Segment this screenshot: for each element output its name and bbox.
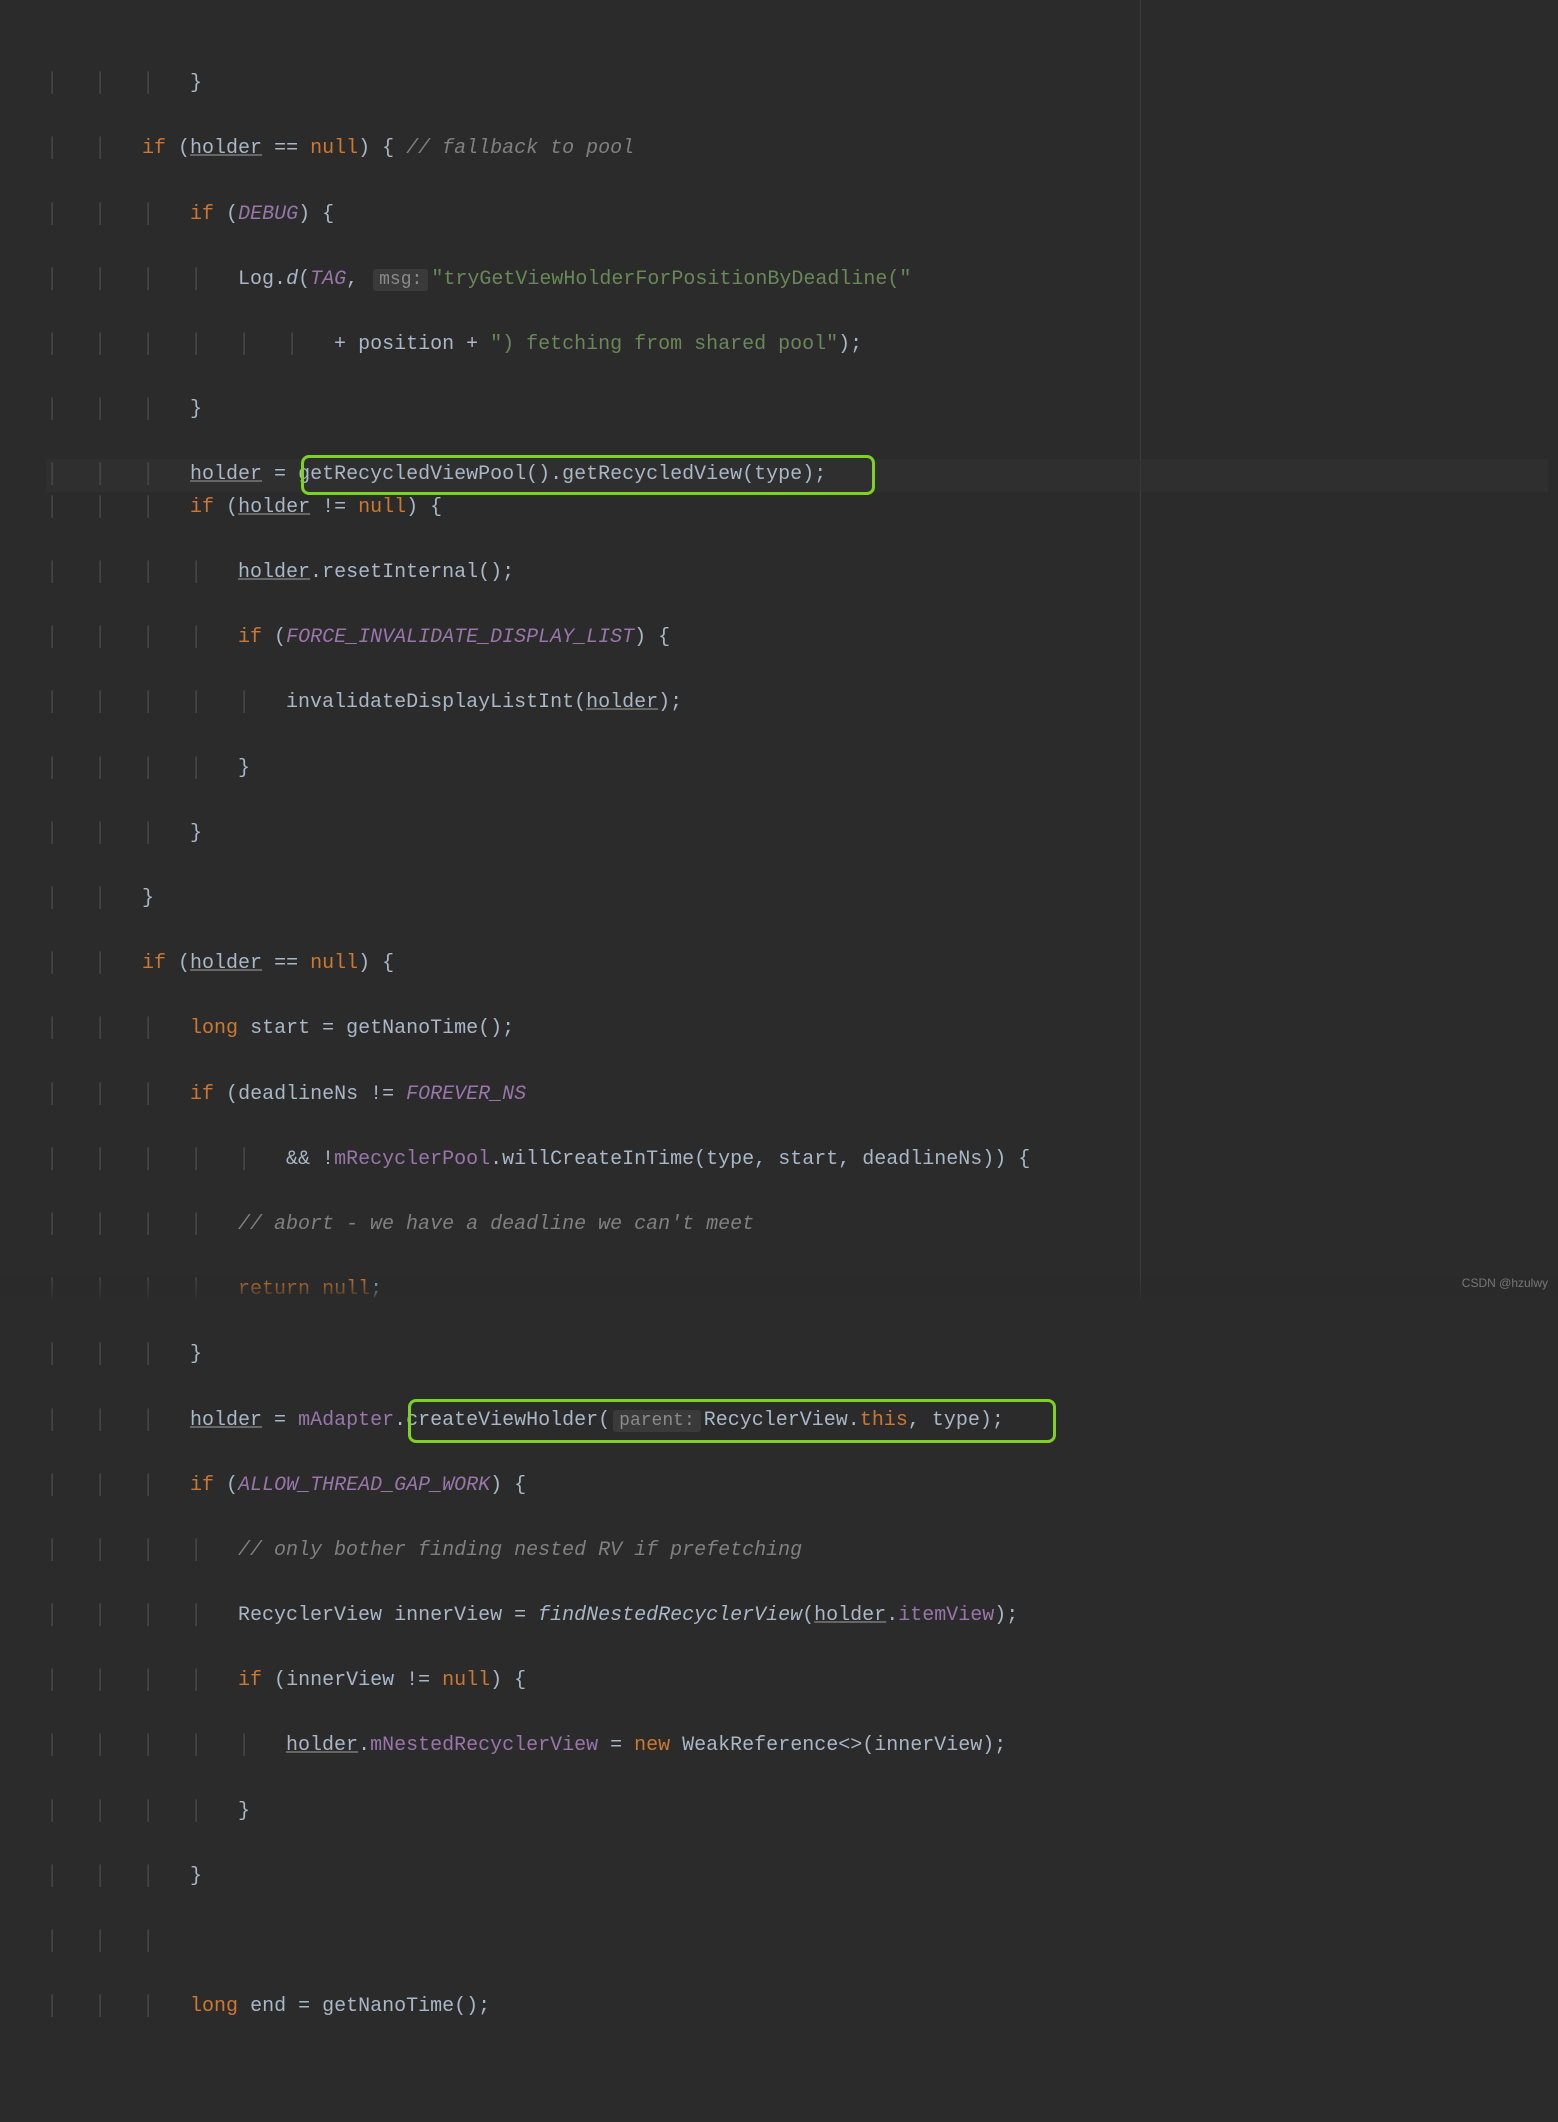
gutter <box>0 3 36 2122</box>
code-line: │ │ │ if (DEBUG) { <box>46 199 1548 232</box>
code-line: │ │ │ long end = getNanoTime(); <box>46 1991 1548 2024</box>
code-line: │ │ │ <box>46 1926 1548 1959</box>
code-line: │ │ │ long start = getNanoTime(); <box>46 1013 1548 1046</box>
code-line: │ │ │ │ │ │ + position + ") fetching fro… <box>46 329 1548 362</box>
code-line: │ │ if (holder == null) { <box>46 948 1548 981</box>
code-line: │ │ │ } <box>46 818 1548 851</box>
code-line: │ │ │ │ // only bother finding nested RV… <box>46 1535 1548 1568</box>
code-line: │ │ │ if (ALLOW_THREAD_GAP_WORK) { <box>46 1470 1548 1503</box>
watermark: CSDN @hzulwy <box>1462 1274 1548 1294</box>
code-line-highlighted: │ │ │ holder = getRecycledViewPool().get… <box>46 459 1548 492</box>
code-line: │ │ │ if (holder != null) { <box>46 492 1548 525</box>
code-line: │ │ } <box>46 883 1548 916</box>
code-line: │ │ │ │ } <box>46 753 1548 786</box>
code-line: │ │ │ holder = mAdapter.createViewHolder… <box>46 1405 1548 1438</box>
fade-overlay <box>0 1276 1558 1300</box>
param-hint: msg: <box>373 269 428 291</box>
param-hint: parent: <box>613 1410 701 1432</box>
code-line: │ │ │ │ │ && !mRecyclerPool.willCreateIn… <box>46 1144 1548 1177</box>
code-line: │ │ │ } <box>46 1861 1548 1894</box>
code-line: │ │ if (holder == null) { // fallback to… <box>46 133 1548 166</box>
code-line: │ │ │ │ if (FORCE_INVALIDATE_DISPLAY_LIS… <box>46 622 1548 655</box>
code-line: │ │ │ } <box>46 68 1548 101</box>
code-line: │ │ │ │ │ invalidateDisplayListInt(holde… <box>46 687 1548 720</box>
code-line: │ │ │ │ │ holder.mNestedRecyclerView = n… <box>46 1730 1548 1763</box>
code-line: │ │ │ │ } <box>46 1796 1548 1829</box>
code-line: │ │ │ } <box>46 1339 1548 1372</box>
code-line: │ │ │ │ // abort - we have a deadline we… <box>46 1209 1548 1242</box>
code-line: │ │ │ } <box>46 394 1548 427</box>
code-line: │ │ │ │ RecyclerView innerView = findNes… <box>46 1600 1548 1633</box>
code-line: │ │ │ │ if (innerView != null) { <box>46 1665 1548 1698</box>
code-line: │ │ │ │ holder.resetInternal(); <box>46 557 1548 590</box>
code-line: │ │ │ │ Log.d(TAG, msg:"tryGetViewHolder… <box>46 264 1548 297</box>
code-line: │ │ │ if (deadlineNs != FOREVER_NS <box>46 1079 1548 1112</box>
